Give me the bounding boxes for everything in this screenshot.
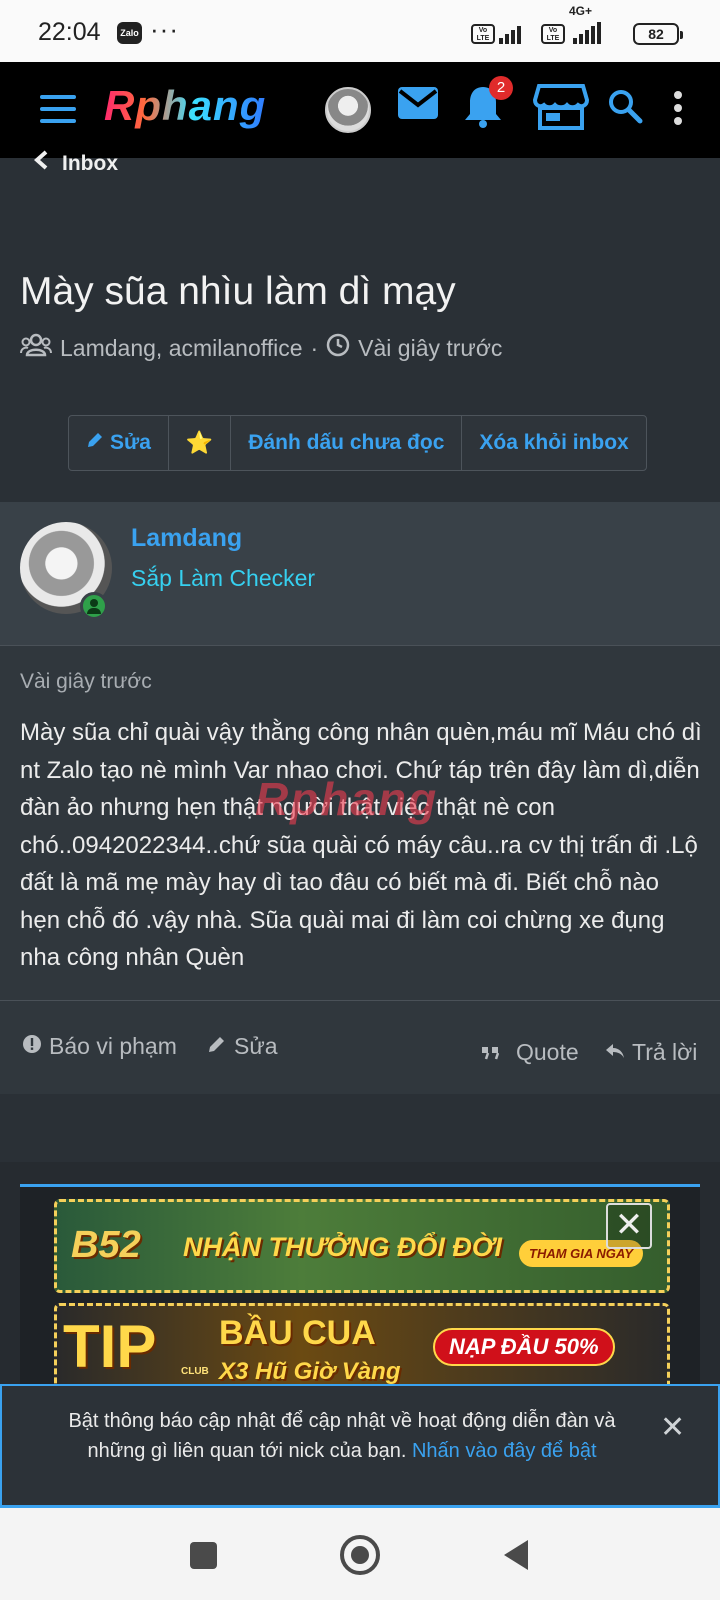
back-icon[interactable] <box>504 1540 528 1570</box>
ad-brand: B52 <box>71 1224 141 1266</box>
signal-4g-icon: 4G+ <box>569 4 601 44</box>
volte-icon: Vo LTE <box>541 24 565 44</box>
ad-headline: NHẬN THƯỞNG ĐỔI ĐỜI <box>183 1232 503 1262</box>
message-edit-button[interactable]: Sửa <box>207 1033 278 1060</box>
report-label: Báo vi phạm <box>49 1033 177 1059</box>
breadcrumb-inbox-link[interactable]: Inbox <box>62 152 118 175</box>
close-icon[interactable]: ✕ <box>660 1410 685 1445</box>
pencil-icon <box>86 431 104 455</box>
chevron-left-icon <box>33 150 48 176</box>
ad-banner-tip[interactable]: TIP CLUB BẦU CUA X3 Hũ Giờ Vàng NẠP ĐẦU … <box>54 1303 670 1393</box>
quote-label: Quote <box>516 1039 579 1065</box>
system-nav-bar <box>0 1508 720 1600</box>
edit-button[interactable]: Sửa <box>69 416 169 470</box>
notification-banner-message: Bật thông báo cập nhật để cập nhật về ho… <box>68 1410 616 1462</box>
mark-unread-button[interactable]: Đánh dấu chưa đọc <box>231 416 463 470</box>
clock: 22:04 <box>38 18 101 46</box>
ad-subheadline: X3 Hũ Giờ Vàng <box>219 1358 401 1385</box>
reply-button[interactable]: Trả lời <box>605 1039 697 1066</box>
more-vert-icon[interactable] <box>673 90 683 131</box>
signal-bars-icon <box>499 26 521 44</box>
menu-icon[interactable] <box>40 95 76 123</box>
conversation-time: Vài giây trước <box>358 334 503 361</box>
pencil-icon <box>207 1033 227 1060</box>
ad-banner-b52[interactable]: B52 NHẬN THƯỞNG ĐỔI ĐỜI THAM GIA NGAY <box>54 1199 670 1293</box>
participants[interactable]: Lamdang, acmilanoffice <box>60 335 303 362</box>
conversation-meta: Lamdang, acmilanoffice · Vài giây trước <box>20 333 502 363</box>
more-notifications-icon: ··· <box>150 14 179 44</box>
report-button[interactable]: Báo vi phạm <box>22 1033 177 1060</box>
message-actions: Báo vi phạm Sửa Quote Trả lời <box>0 1000 720 1094</box>
clock-icon <box>326 333 350 363</box>
notification-count-badge: 2 <box>489 76 513 100</box>
signal-1: Vo LTE <box>471 22 521 44</box>
ad-cta: NẠP ĐẦU 50% <box>433 1328 615 1366</box>
quote-button[interactable]: Quote <box>481 1039 579 1066</box>
page-title: Mày sũa nhìu làm dì mạy <box>20 270 456 313</box>
recent-apps-icon[interactable] <box>190 1542 217 1569</box>
avatar[interactable] <box>325 87 371 133</box>
status-bar: 22:04 Zalo ··· Vo LTE Vo LTE 4G+ 82 <box>0 0 720 62</box>
message-post: Lamdang Sắp Làm Checker Vài giây trước M… <box>0 502 720 1094</box>
site-logo[interactable]: Rphang <box>104 82 266 130</box>
search-icon[interactable] <box>607 88 643 129</box>
message-body: Mày sũa chỉ quài vậy thằng công nhân què… <box>20 719 702 971</box>
ad-headline: BẦU CUA <box>219 1314 376 1352</box>
reply-label: Trả lời <box>632 1039 698 1065</box>
enable-notifications-link[interactable]: Nhấn vào đây để bật <box>412 1440 597 1462</box>
reply-icon <box>605 1039 625 1066</box>
breadcrumb[interactable]: Inbox <box>33 150 118 176</box>
quote-icon <box>481 1039 500 1066</box>
ad-brand: TIP <box>63 1313 157 1380</box>
ad-brand-sub: CLUB <box>181 1366 209 1377</box>
app-header: Rphang 2 <box>0 62 720 158</box>
mail-icon[interactable] <box>397 86 439 125</box>
participants-icon <box>20 333 52 363</box>
message-time[interactable]: Vài giây trước <box>20 670 152 694</box>
close-icon[interactable]: ✕ <box>606 1203 652 1249</box>
remove-from-inbox-button[interactable]: Xóa khỏi inbox <box>462 416 645 470</box>
push-notification-banner: Bật thông báo cập nhật để cập nhật về ho… <box>0 1384 720 1508</box>
star-icon: ⭐ <box>185 430 214 455</box>
meta-separator: · <box>310 334 319 361</box>
home-icon[interactable] <box>340 1535 380 1575</box>
volte-icon: Vo LTE <box>471 24 495 44</box>
store-icon[interactable] <box>532 82 590 137</box>
online-status-icon <box>80 592 108 620</box>
ad-frame: B52 NHẬN THƯỞNG ĐỔI ĐỜI THAM GIA NGAY TI… <box>20 1184 700 1394</box>
star-button[interactable]: ⭐ <box>169 416 232 470</box>
edit-label: Sửa <box>110 431 151 454</box>
battery-icon: 82 <box>633 23 683 45</box>
author-role: Sắp Làm Checker <box>131 565 316 591</box>
message-header: Lamdang Sắp Làm Checker <box>0 502 720 646</box>
message-edit-label: Sửa <box>234 1033 278 1059</box>
alert-icon <box>22 1033 42 1060</box>
watermark-logo: Rphang <box>255 773 439 825</box>
conversation-toolbar: Sửa ⭐ Đánh dấu chưa đọc Xóa khỏi inbox <box>68 415 647 471</box>
ad-area: B52 NHẬN THƯỞNG ĐỔI ĐỜI THAM GIA NGAY TI… <box>0 1162 720 1394</box>
signal-2: Vo LTE 4G+ <box>541 4 601 44</box>
author-name[interactable]: Lamdang <box>131 524 242 553</box>
zalo-notification-icon: Zalo <box>117 22 142 44</box>
